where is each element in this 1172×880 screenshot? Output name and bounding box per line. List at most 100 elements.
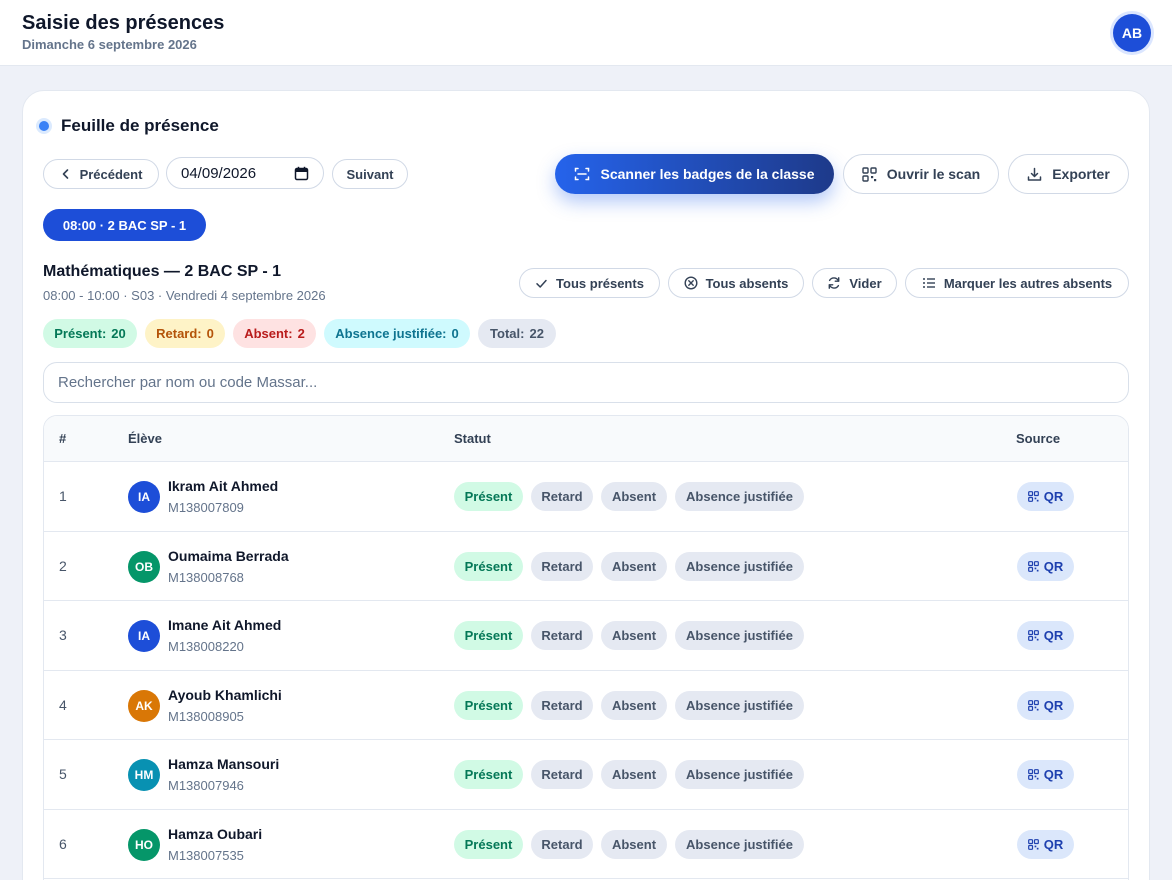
- session-chip[interactable]: 08:00 · 2 BAC SP - 1: [43, 209, 206, 241]
- qr-code-icon: [1027, 769, 1039, 780]
- course-title: Mathématiques — 2 BAC SP - 1: [43, 263, 281, 280]
- source-badge: QR: [1017, 551, 1074, 581]
- status-late-button[interactable]: Retard: [531, 621, 593, 650]
- student-code: M138008220: [168, 639, 244, 654]
- student-name: Ikram Ait Ahmed: [168, 478, 279, 494]
- stat-value: 0: [206, 326, 214, 341]
- row-index: 5: [59, 766, 67, 782]
- status-present-button[interactable]: Présent: [454, 551, 523, 581]
- stat-total: Total: 22: [478, 319, 556, 348]
- stat-value: 22: [529, 326, 544, 341]
- stat-absent: Absent: 2: [233, 319, 316, 348]
- qr-code-icon: [1027, 838, 1039, 850]
- header-student: Élève: [128, 431, 162, 446]
- student-name: Hamza Oubari: [168, 825, 263, 842]
- scan-class-badges-button[interactable]: Scanner les badges de la classe: [555, 154, 834, 194]
- qr-code-icon: [862, 166, 877, 182]
- date-input[interactable]: 04/09/2026: [166, 157, 324, 189]
- next-label: Suivant: [346, 166, 394, 182]
- stat-label: Absent:: [244, 326, 293, 341]
- header-index: #: [59, 431, 67, 446]
- card-title: Feuille de présence: [39, 116, 219, 136]
- student-name: Imane Ait Ahmed: [168, 617, 282, 633]
- source-label: QR: [1043, 697, 1064, 713]
- status-late-button[interactable]: Retard: [531, 829, 593, 859]
- student-avatar: OB: [128, 550, 160, 583]
- students-table: # Élève Statut Source 1 IA Ikram Ait Ahmed…: [43, 415, 1129, 880]
- status-justified-button[interactable]: Absence justifiée: [675, 760, 804, 789]
- student-code: M138007535: [168, 847, 244, 863]
- table-row: 5 HM Hamza Mansouri M138007946 Présent Retard…: [44, 740, 1128, 810]
- all-present-button[interactable]: Tous présents: [519, 268, 660, 298]
- status-justified-button[interactable]: Absence justifiée: [675, 690, 804, 720]
- calendar-icon[interactable]: [294, 166, 309, 181]
- refresh-icon: [828, 277, 840, 289]
- source-badge: QR: [1017, 482, 1074, 511]
- status-dot-icon: [39, 121, 49, 131]
- source-badge: QR: [1017, 621, 1074, 650]
- status-present-button[interactable]: Présent: [454, 621, 523, 650]
- download-icon: [1027, 167, 1042, 181]
- student-avatar: AK: [128, 689, 160, 722]
- qr-code-icon: [1027, 630, 1039, 641]
- clear-button[interactable]: Vider: [812, 268, 897, 298]
- stat-value: 20: [111, 326, 126, 341]
- next-button[interactable]: Suivant: [332, 159, 408, 189]
- mark-others-absent-label: Marquer les autres absents: [943, 275, 1113, 291]
- status-present-button[interactable]: Présent: [454, 829, 523, 859]
- page-title: Saisie des présences: [22, 12, 225, 34]
- status-absent-button[interactable]: Absent: [601, 829, 667, 859]
- student-avatar: IA: [128, 481, 160, 513]
- row-index: 6: [59, 835, 67, 852]
- status-absent-button[interactable]: Absent: [601, 551, 667, 581]
- student-avatar: HO: [128, 828, 160, 861]
- user-avatar[interactable]: AB: [1113, 14, 1151, 52]
- status-absent-button[interactable]: Absent: [601, 760, 667, 789]
- status-absent-button[interactable]: Absent: [601, 690, 667, 720]
- table-row: 6 HO Hamza Oubari M138007535 Présent Retard Ab…: [44, 810, 1128, 879]
- status-justified-button[interactable]: Absence justifiée: [675, 829, 804, 859]
- header-source: Source: [1016, 431, 1061, 446]
- mark-others-absent-button[interactable]: Marquer les autres absents: [905, 268, 1129, 298]
- top-bar: Saisie des présences Dimanche 6 septembr…: [0, 0, 1172, 66]
- status-late-button[interactable]: Retard: [531, 690, 593, 720]
- source-label: QR: [1043, 628, 1064, 643]
- source-label: QR: [1043, 558, 1064, 574]
- source-label: QR: [1043, 836, 1064, 852]
- status-justified-button[interactable]: Absence justifiée: [675, 482, 804, 511]
- student-code: M138008768: [168, 569, 244, 585]
- export-button[interactable]: Exporter: [1008, 154, 1129, 194]
- qr-code-icon: [1027, 491, 1039, 502]
- stat-late: Retard: 0: [145, 319, 225, 348]
- student-name: Ayoub Khamlichi: [168, 686, 282, 703]
- previous-button[interactable]: Précédent: [43, 159, 159, 189]
- status-late-button[interactable]: Retard: [531, 482, 593, 511]
- stat-label: Retard:: [156, 326, 202, 341]
- status-absent-button[interactable]: Absent: [601, 482, 667, 511]
- status-present-button[interactable]: Présent: [454, 760, 523, 789]
- page-date: Dimanche 6 septembre 2026: [22, 37, 197, 52]
- source-label: QR: [1043, 767, 1064, 782]
- clear-label: Vider: [849, 275, 882, 291]
- table-row: 1 IA Ikram Ait Ahmed M138007809 Présent Retar…: [44, 462, 1128, 532]
- stat-label: Total:: [490, 326, 525, 341]
- qr-code-icon: [1027, 560, 1039, 572]
- row-index: 2: [59, 557, 67, 574]
- status-justified-button[interactable]: Absence justifiée: [675, 551, 804, 581]
- all-present-label: Tous présents: [556, 275, 644, 291]
- stat-justified: Absence justifiée: 0: [324, 319, 470, 348]
- status-absent-button[interactable]: Absent: [601, 621, 667, 650]
- source-badge: QR: [1017, 690, 1074, 720]
- status-late-button[interactable]: Retard: [531, 551, 593, 581]
- table-row: 2 OB Oumaima Berrada M138008768 Présent Retar…: [44, 532, 1128, 601]
- status-present-button[interactable]: Présent: [454, 690, 523, 720]
- previous-label: Précédent: [79, 166, 143, 182]
- scan-class-label: Scanner les badges de la classe: [600, 166, 815, 182]
- all-absent-button[interactable]: Tous absents: [668, 268, 804, 298]
- status-late-button[interactable]: Retard: [531, 760, 593, 789]
- search-input[interactable]: [43, 362, 1129, 403]
- status-present-button[interactable]: Présent: [454, 482, 523, 511]
- status-justified-button[interactable]: Absence justifiée: [675, 621, 804, 650]
- open-scan-button[interactable]: Ouvrir le scan: [843, 154, 999, 194]
- student-code: M138007809: [168, 500, 244, 515]
